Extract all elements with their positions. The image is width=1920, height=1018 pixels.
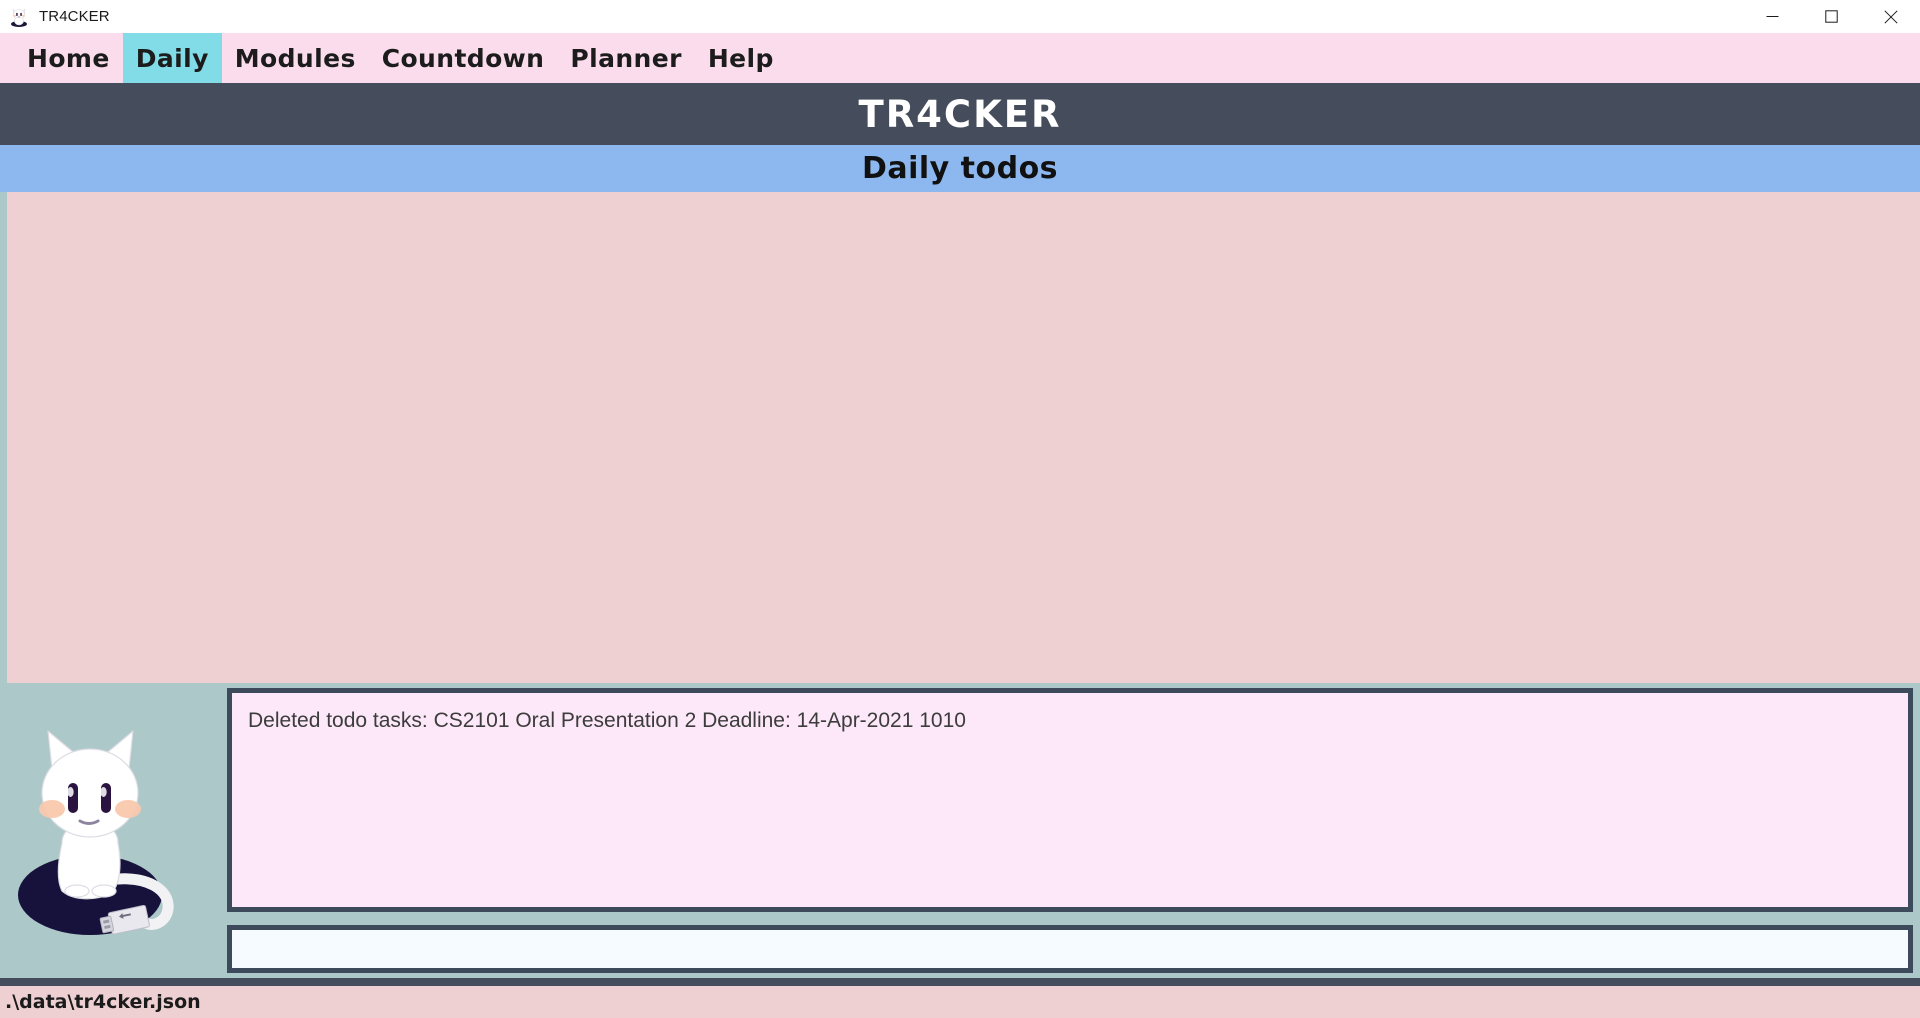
menu-item-planner[interactable]: Planner [557, 33, 694, 83]
menu-item-help[interactable]: Help [695, 33, 787, 83]
result-display-box[interactable]: Deleted todo tasks: CS2101 Oral Presenta… [227, 688, 1913, 912]
section-subtitle-bar: Daily todos [0, 145, 1920, 192]
app-window: TR4CKER Home Daily Modules Countdown Pla… [0, 0, 1920, 1018]
cat-mascot-illustration [0, 683, 222, 978]
menu-item-countdown[interactable]: Countdown [369, 33, 558, 83]
close-icon[interactable] [1861, 0, 1920, 33]
cat-mascot-icon [8, 6, 30, 28]
todo-list-panel[interactable] [7, 192, 1920, 683]
menu-bar: Home Daily Modules Countdown Planner Hel… [0, 33, 1920, 83]
command-input-box[interactable] [227, 925, 1913, 973]
window-title: TR4CKER [39, 8, 110, 25]
window-controls [1743, 0, 1920, 33]
banner-title: TR4CKER [858, 92, 1062, 136]
minimize-icon[interactable] [1743, 0, 1802, 33]
app-banner: TR4CKER [0, 83, 1920, 145]
command-input[interactable] [232, 930, 1908, 968]
result-display-text: Deleted todo tasks: CS2101 Oral Presenta… [248, 709, 966, 732]
section-title: Daily todos [861, 151, 1059, 186]
status-bar: .\data\tr4cker.json [0, 986, 1920, 1018]
menu-item-daily[interactable]: Daily [122, 33, 222, 83]
title-bar: TR4CKER [0, 0, 1920, 33]
status-bar-file-path: .\data\tr4cker.json [5, 991, 201, 1013]
status-bar-divider [0, 978, 1920, 986]
todo-list-empty-area [7, 192, 1920, 683]
menu-item-modules[interactable]: Modules [222, 33, 369, 83]
maximize-icon[interactable] [1802, 0, 1861, 33]
menu-item-home[interactable]: Home [14, 33, 123, 83]
